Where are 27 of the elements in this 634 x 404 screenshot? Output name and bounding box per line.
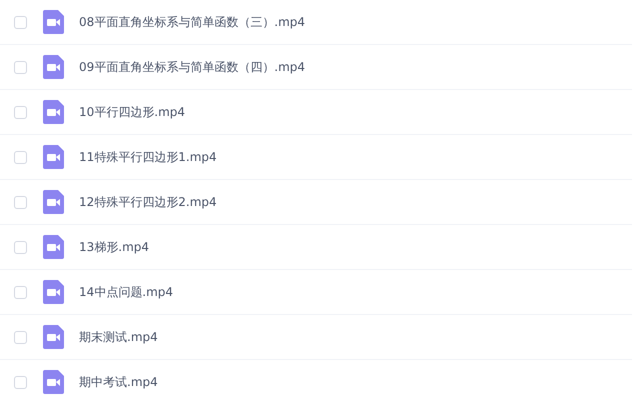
checkbox[interactable] [14, 240, 27, 254]
checkbox[interactable] [14, 150, 27, 164]
checkbox[interactable] [14, 106, 27, 118]
checkbox[interactable] [14, 60, 27, 74]
file-name[interactable]: 11特殊平行四边形1.mp4 [79, 148, 217, 166]
file-name[interactable]: 12特殊平行四边形2.mp4 [79, 194, 217, 210]
checkbox[interactable] [14, 16, 27, 28]
video-file-icon [43, 100, 64, 124]
file-name[interactable]: 09平面直角坐标系与简单函数（四）.mp4 [79, 58, 306, 76]
file-name[interactable]: 10平行四边形.mp4 [79, 104, 186, 120]
file-name[interactable]: 13梯形.mp4 [79, 238, 150, 256]
checkbox[interactable] [14, 330, 27, 344]
checkbox[interactable] [14, 376, 27, 388]
file-name[interactable]: 期末测试.mp4 [79, 328, 158, 346]
video-file-icon [43, 370, 64, 394]
video-file-icon [43, 235, 64, 259]
video-file-icon [43, 280, 64, 304]
file-name[interactable]: 08平面直角坐标系与简单函数（三）.mp4 [79, 14, 306, 30]
video-file-icon [43, 190, 64, 214]
checkbox[interactable] [14, 196, 27, 208]
video-file-icon [43, 55, 64, 79]
checkbox[interactable] [14, 286, 27, 298]
video-file-icon [43, 325, 64, 349]
file-name[interactable]: 14中点问题.mp4 [79, 284, 174, 300]
video-file-icon [43, 10, 64, 34]
video-file-icon [43, 145, 64, 169]
file-name[interactable]: 期中考试.mp4 [79, 374, 158, 390]
